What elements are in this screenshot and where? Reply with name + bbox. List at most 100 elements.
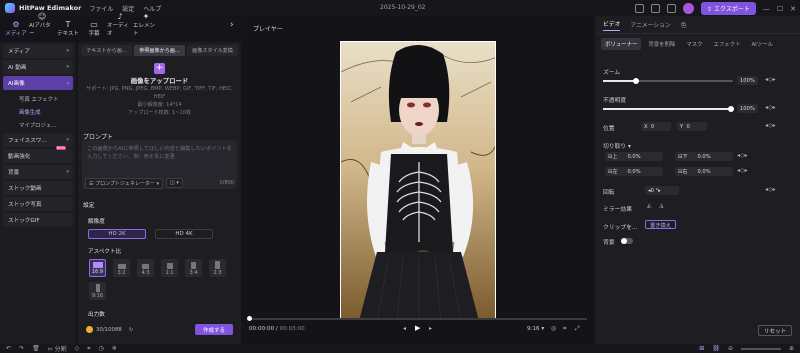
sidebar-item-media[interactable]: メディア ▾ [3, 44, 73, 58]
tab-ref-image[interactable]: 参照画像から画... [134, 45, 185, 56]
prev-frame-icon[interactable]: ◂ [403, 325, 406, 332]
subtab-remove-bg[interactable]: 背景を削除 [644, 38, 679, 50]
tool-audio[interactable]: ♪ オーディオ [107, 12, 133, 37]
tab-video[interactable]: ビデオ [603, 19, 621, 31]
link-icon[interactable]: ⛓ [712, 345, 720, 352]
toolbar-next-icon[interactable]: › [230, 20, 234, 30]
zoom-value[interactable]: 100% [737, 76, 758, 85]
sidebar-item-enhance[interactable]: 動画強化 NEW [3, 146, 73, 163]
position-keyframe-icon[interactable]: ◂◇▸ [765, 122, 776, 129]
preview-canvas[interactable] [340, 41, 496, 320]
ratio-3-4[interactable]: 3:4 [185, 259, 202, 277]
undo-icon[interactable]: ↶ [6, 345, 11, 352]
tool-text[interactable]: T テキスト [55, 20, 81, 37]
crop-bottom-field[interactable]: ⊟ 下 0.0% [675, 152, 733, 161]
tab-animation[interactable]: アニメーション [630, 20, 670, 29]
tool-element[interactable]: ✦ エレメント [133, 12, 159, 37]
reset-button[interactable]: リセット [758, 325, 792, 336]
sidebar-item-background[interactable]: 背景 ▾ [3, 165, 73, 179]
sidebar-item-stock-video[interactable]: ストック動画 [3, 181, 73, 195]
tool-subtitle[interactable]: ▭ 字幕 [81, 20, 107, 37]
speed-icon[interactable]: ◷ [99, 345, 104, 352]
replace-button[interactable]: 置き換え [645, 220, 677, 229]
ratio-9-16[interactable]: 9:16 [89, 282, 106, 300]
tab-style-transfer[interactable]: 画像スタイル変換 [187, 45, 238, 56]
crop-v-keyframe-icon[interactable]: ◂◇▸ [737, 152, 748, 159]
redo-icon[interactable]: ↷ [19, 345, 24, 352]
upload-area[interactable]: + 画像をアップロード サポート: JPG, PNG, JPEG, BMP, W… [82, 59, 237, 129]
snap-icon[interactable]: ⊞ [699, 345, 704, 352]
split-button[interactable]: ✂ 分割 [48, 344, 67, 353]
mirror-v-icon[interactable]: ◮ [659, 202, 664, 209]
close-icon[interactable]: ✕ [790, 5, 796, 13]
zoom-in-icon[interactable]: ⊕ [789, 345, 794, 352]
ratio-16-9[interactable]: 16:9 [89, 259, 106, 277]
ratio-4-3[interactable]: 4:3 [137, 259, 154, 277]
opacity-keyframe-icon[interactable]: ◂◇▸ [765, 104, 776, 111]
sidebar-item-ai-image[interactable]: AI画像 ▴ [3, 76, 73, 90]
prompt-generator-button[interactable]: ☰ プロンプトジェネレーター ▾ [85, 177, 164, 189]
zoom-knob[interactable] [633, 78, 639, 84]
rotate-keyframe-icon[interactable]: ◂◇▸ [765, 186, 776, 193]
sidebar-label: ストック動画 [8, 186, 42, 192]
sidebar-item-stock-gif[interactable]: ストックGIF [3, 213, 73, 227]
notification-icon[interactable] [667, 4, 677, 13]
snapshot-icon[interactable]: ◎ [551, 325, 556, 332]
timeline-zoom-slider[interactable] [740, 347, 781, 350]
avatar[interactable] [683, 3, 695, 14]
mirror-h-icon[interactable]: ◭ [647, 202, 652, 209]
crop-frame-icon[interactable]: ⌗ [563, 325, 566, 333]
play-icon[interactable]: ▶ [415, 324, 420, 332]
prompt-options-button[interactable]: ◫ ▾ [166, 178, 183, 188]
generate-button[interactable]: 作成する [195, 324, 233, 335]
opacity-value[interactable]: 100% [737, 104, 758, 113]
rotate-field[interactable]: ◂ 0 ° ▸ [645, 186, 679, 195]
ratio-3-2[interactable]: 3:2 [113, 259, 130, 277]
sidebar-sub-my-project[interactable]: マイプロジェ... [0, 118, 76, 131]
subtab-mask[interactable]: マスク [682, 38, 706, 50]
tab-text-to-image[interactable]: テキストから画... [81, 45, 132, 56]
pos-x-field[interactable]: X 0 [641, 122, 671, 131]
res-4k-button[interactable]: HD 4K [155, 229, 213, 239]
fullscreen-icon[interactable]: ⤢ [575, 325, 580, 333]
res-2k-button[interactable]: HD 2K [88, 229, 146, 239]
crop-h-keyframe-icon[interactable]: ◂◇▸ [737, 167, 748, 174]
freeze-icon[interactable]: ❄ [112, 345, 117, 352]
maximize-icon[interactable]: ☐ [777, 5, 783, 13]
aspect-select[interactable]: 9:16 ▾ [527, 326, 544, 332]
crop-right-field[interactable]: ⊟ 右 0.0% [675, 167, 733, 176]
refresh-icon[interactable]: ↻ [129, 327, 134, 333]
sidebar-item-stock-photo[interactable]: ストック写真 [3, 197, 73, 211]
zoom-keyframe-icon[interactable]: ◂◇▸ [765, 76, 776, 83]
bg-toggle[interactable] [621, 238, 633, 244]
ratio-1-1[interactable]: 1:1 [161, 259, 178, 277]
subtab-effect[interactable]: エフェクト [710, 38, 745, 50]
sidebar-item-ai-video[interactable]: AI 動画 ▾ [3, 60, 73, 74]
sidebar-item-face-swap[interactable]: フェイススワ... ▾ [3, 133, 73, 147]
opacity-knob[interactable] [728, 106, 734, 112]
sidebar-sub-photo-effect[interactable]: 写真 エフェクト [0, 92, 76, 105]
tool-ai-avatar[interactable]: ☺ AIアバター [29, 12, 55, 37]
layout-icon[interactable] [635, 4, 645, 13]
sidebar-sub-image-gen[interactable]: 画像生成 [0, 105, 76, 118]
marker-icon[interactable]: ◇ [75, 345, 80, 352]
next-frame-icon[interactable]: ▸ [429, 325, 432, 332]
scrubber-knob[interactable] [247, 316, 252, 321]
pos-y-field[interactable]: Y 0 [677, 122, 707, 131]
subtab-volume[interactable]: ボリューナー [601, 38, 642, 50]
crop-left-field[interactable]: ⊟ 左 0.0% [605, 167, 663, 176]
zoom-out-icon[interactable]: ⊖ [728, 345, 733, 352]
timeline-scrubber[interactable] [249, 318, 587, 320]
export-button[interactable]: ⇪ エクスポート [701, 2, 756, 15]
crop-tool-icon[interactable]: ⌗ [87, 345, 90, 353]
ratio-2-3[interactable]: 2:3 [209, 259, 226, 277]
tool-media[interactable]: ⚙ メディア [3, 20, 29, 37]
zoom-slider[interactable] [603, 78, 733, 84]
opacity-slider[interactable] [603, 106, 734, 112]
delete-icon[interactable]: 🗑 [32, 345, 40, 352]
tab-color[interactable]: 色 [681, 20, 687, 29]
feedback-icon[interactable] [651, 4, 661, 13]
minimize-icon[interactable]: — [763, 5, 770, 13]
crop-top-field[interactable]: ⊟ 上 0.0% [605, 152, 663, 161]
subtab-ai-tools[interactable]: AIツール [747, 38, 776, 50]
